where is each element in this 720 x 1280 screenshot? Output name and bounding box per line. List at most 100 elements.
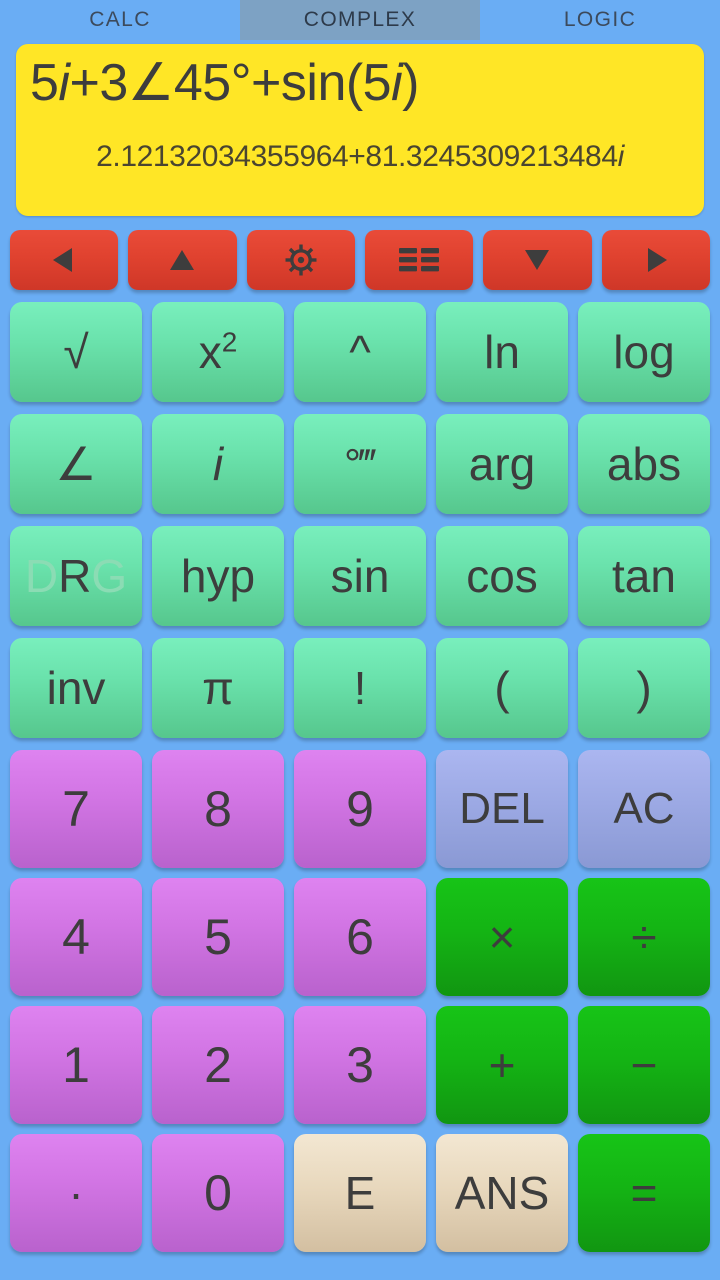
divide-label: ÷ [631,911,657,963]
digit-0-label: 0 [204,1165,232,1221]
navigation-row [10,230,710,290]
drg-label: DRG [24,550,128,602]
triangle-down-icon [520,243,554,277]
function-row-1: √ x2 ^ ln log [10,302,710,402]
gear-icon [283,242,319,278]
digit-8-label: 8 [204,781,232,837]
tab-calc-label: CALC [89,8,151,31]
arg-label: arg [468,438,536,490]
triangle-left-icon [47,243,81,277]
number-row-2: 4 5 6 × ÷ [10,878,710,996]
close-paren-button[interactable]: ) [578,638,710,738]
tab-logic[interactable]: LOGIC [480,0,720,40]
abs-button[interactable]: abs [578,414,710,514]
log-button[interactable]: log [578,302,710,402]
dms-label: °‴ [344,440,376,487]
sin-button[interactable]: sin [294,526,426,626]
open-paren-button[interactable]: ( [436,638,568,738]
tab-complex[interactable]: COMPLEX [240,0,480,40]
degrees-minutes-seconds-button[interactable]: °‴ [294,414,426,514]
tab-calc[interactable]: CALC [0,0,240,40]
open-paren-label: ( [494,662,510,714]
close-paren-label: ) [636,662,652,714]
factorial-label: ! [353,662,367,714]
decimal-point-label: · [68,1167,84,1219]
sqrt-button[interactable]: √ [10,302,142,402]
square-button[interactable]: x2 [152,302,284,402]
power-button[interactable]: ^ [294,302,426,402]
digit-9-button[interactable]: 9 [294,750,426,868]
drg-mode-button[interactable]: DRG [10,526,142,626]
digit-3-label: 3 [346,1037,374,1093]
all-clear-label: AC [613,784,675,833]
digit-4-button[interactable]: 4 [10,878,142,996]
digit-7-label: 7 [62,781,90,837]
square-label: x2 [198,326,238,378]
number-row-3: 1 2 3 + − [10,1006,710,1124]
angle-label: ∠ [55,438,97,490]
exponent-label: E [344,1167,376,1219]
digit-6-label: 6 [346,909,374,965]
tan-label: tan [612,550,676,602]
cos-label: cos [466,550,538,602]
digit-0-button[interactable]: 0 [152,1134,284,1252]
calculator-display[interactable]: 5i+3∠45°+sin(5i) 2.12132034355964+81.324… [16,44,704,216]
arg-button[interactable]: arg [436,414,568,514]
digit-1-button[interactable]: 1 [10,1006,142,1124]
angle-button[interactable]: ∠ [10,414,142,514]
tan-button[interactable]: tan [578,526,710,626]
digit-8-button[interactable]: 8 [152,750,284,868]
keypad: √ x2 ^ ln log ∠ i °‴ arg abs DRG hyp sin… [0,230,720,1252]
digit-9-label: 9 [346,781,374,837]
result-line: 2.12132034355964+81.3245309213484i [96,140,624,173]
cos-button[interactable]: cos [436,526,568,626]
inv-button[interactable]: inv [10,638,142,738]
cursor-up-button[interactable] [128,230,237,290]
function-row-3: DRG hyp sin cos tan [10,526,710,626]
pi-label: π [202,662,234,714]
log-label: log [613,326,675,378]
number-row-4: · 0 E ANS = [10,1134,710,1252]
digit-5-button[interactable]: 5 [152,878,284,996]
tab-bar: CALC COMPLEX LOGIC [0,0,720,40]
cursor-right-button[interactable] [601,230,710,290]
decimal-point-button[interactable]: · [10,1134,142,1252]
plus-button[interactable]: + [436,1006,568,1124]
history-list-button[interactable] [364,230,474,290]
minus-button[interactable]: − [578,1006,710,1124]
tab-logic-label: LOGIC [563,8,637,31]
delete-button[interactable]: DEL [436,750,568,868]
function-row-4: inv π ! ( ) [10,638,710,738]
imaginary-unit-label: i [212,438,224,490]
equals-button[interactable]: = [578,1134,710,1252]
equals-label: = [630,1167,658,1219]
tab-complex-label: COMPLEX [303,8,417,31]
factorial-button[interactable]: ! [294,638,426,738]
list-icon [397,245,441,275]
digit-2-button[interactable]: 2 [152,1006,284,1124]
hyp-label: hyp [180,550,256,602]
all-clear-button[interactable]: AC [578,750,710,868]
answer-button[interactable]: ANS [436,1134,568,1252]
digit-1-label: 1 [62,1037,90,1093]
digit-4-label: 4 [62,909,90,965]
digit-7-button[interactable]: 7 [10,750,142,868]
delete-label: DEL [459,784,545,833]
answer-label: ANS [454,1167,550,1219]
hyp-button[interactable]: hyp [152,526,284,626]
ln-button[interactable]: ln [436,302,568,402]
settings-button[interactable] [246,230,355,290]
digit-3-button[interactable]: 3 [294,1006,426,1124]
pi-button[interactable]: π [152,638,284,738]
cursor-down-button[interactable] [483,230,592,290]
imaginary-unit-button[interactable]: i [152,414,284,514]
multiply-button[interactable]: × [436,878,568,996]
digit-5-label: 5 [204,909,232,965]
digit-6-button[interactable]: 6 [294,878,426,996]
cursor-left-button[interactable] [10,230,119,290]
divide-button[interactable]: ÷ [578,878,710,996]
abs-label: abs [606,438,682,490]
exponent-button[interactable]: E [294,1134,426,1252]
multiply-label: × [488,911,516,963]
inv-label: inv [46,662,106,714]
